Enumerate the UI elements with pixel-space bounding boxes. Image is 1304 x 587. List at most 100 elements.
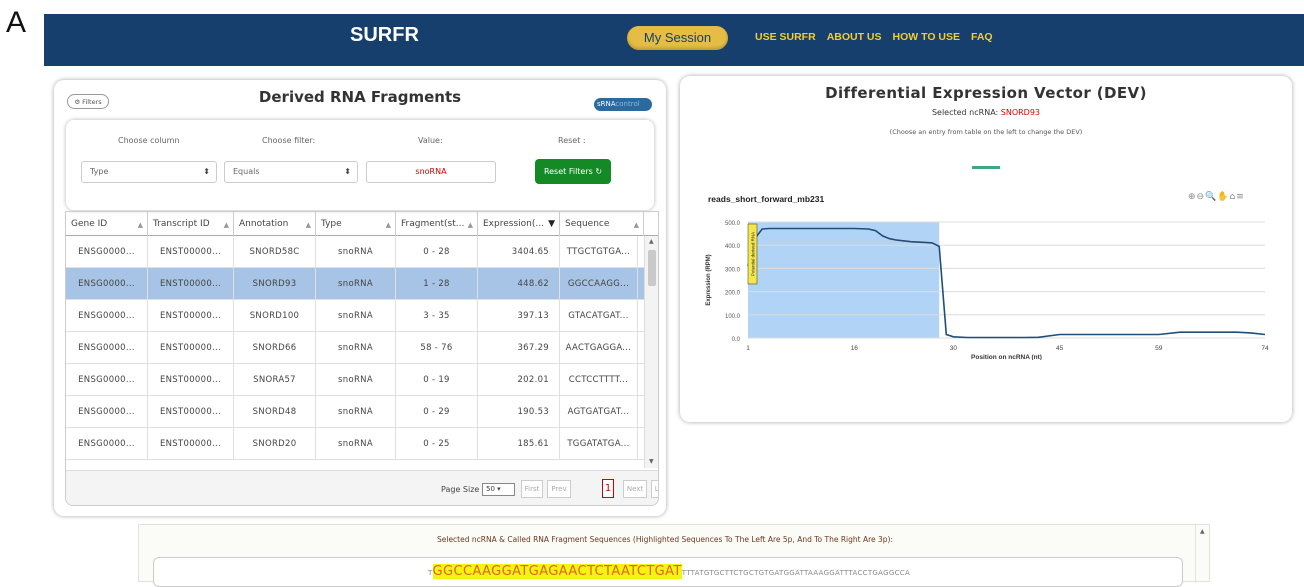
sort-asc-icon[interactable]: ▲ — [306, 213, 311, 236]
sort-asc-icon[interactable]: ▲ — [634, 213, 639, 236]
pager: Page Size 50 ▾ First Prev 1 Next Last — [66, 470, 658, 505]
choose-filter-label: Choose filter: — [262, 136, 316, 145]
select-arrows-icon: ⬍ — [344, 167, 351, 176]
sequence-prefix: T — [427, 569, 433, 577]
y-tick-label: 400.0 — [725, 244, 741, 250]
sequence-scrollbar[interactable]: ▲ — [1195, 525, 1210, 583]
nav-use-surfr[interactable]: USE SURFR — [755, 31, 816, 43]
sort-asc-icon[interactable]: ▲ — [138, 213, 143, 236]
table-row[interactable]: ENSG0000... ENST00000... SNORD20 snoRNA 0 - … — [66, 428, 644, 460]
column-header-label: Gene ID — [71, 219, 108, 229]
current-page[interactable]: 1 — [602, 479, 614, 498]
first-page-button[interactable]: First — [521, 480, 543, 498]
x-axis-label: Position on ncRNA (nt) — [971, 354, 1042, 360]
selected-ncrna-value: SNORD93 — [1000, 108, 1041, 117]
brand-logo[interactable]: SURFR — [350, 24, 419, 47]
prev-page-button[interactable]: Prev — [547, 480, 571, 498]
col-fragment-header[interactable]: Fragment(st... ▲ — [396, 212, 478, 236]
scroll-thumb[interactable] — [648, 250, 656, 286]
col-sequence-header[interactable]: Sequence ▲ — [560, 212, 644, 236]
chart-title: reads_short_forward_mb231 — [708, 194, 825, 204]
table-row[interactable]: ENSG0000... ENST00000... SNORD100 snoRNA 3 -… — [66, 300, 644, 332]
nav-how-to-use[interactable]: HOW TO USE — [893, 31, 960, 43]
sequence-cell: TGGATATGA... — [560, 428, 638, 460]
zoom-in-icon[interactable]: ⊕ — [1188, 192, 1197, 202]
sequence-cell: AGTGATGAT... — [560, 396, 638, 428]
sort-asc-icon[interactable]: ▲ — [224, 213, 229, 236]
sort-asc-icon[interactable]: ▲ — [468, 213, 473, 236]
transcript-id-cell: ENST00000... — [148, 428, 234, 460]
column-header-label: Fragment(st... — [401, 219, 465, 229]
zoom-select-icon[interactable]: 🔍 — [1205, 192, 1217, 202]
menu-icon[interactable]: ≡ — [1236, 192, 1245, 202]
scroll-up-icon[interactable]: ▲ — [1200, 528, 1205, 535]
column-header-label: Sequence — [565, 219, 610, 229]
filter-select[interactable]: Equals ⬍ — [224, 161, 358, 183]
reset-label: Reset : — [558, 136, 586, 145]
y-axis-label: Expression (RPM) — [706, 254, 712, 305]
nav-faq[interactable]: FAQ — [971, 31, 993, 43]
reset-filters-button[interactable]: Reset Filters ↻ — [535, 159, 611, 184]
annotation-cell: SNORD20 — [234, 428, 316, 460]
fragment-cell: 0 - 25 — [396, 428, 478, 460]
table-row[interactable]: ENSG0000... ENST00000... SNORA57 snoRNA 0 - … — [66, 364, 644, 396]
sequence-cell: AACTGAGGA... — [560, 332, 638, 364]
filter-value-input[interactable]: snoRNA — [366, 161, 496, 183]
srna-control-toggle[interactable]: sRNAcontrol — [594, 98, 652, 111]
expression-cell: 190.53 — [478, 396, 560, 428]
expression-cell: 367.29 — [478, 332, 560, 364]
column-header-label: Expression(... — [483, 219, 544, 229]
type-cell: snoRNA — [316, 396, 396, 428]
highlight-tag-label: Potential derived RNA — [751, 232, 756, 276]
pan-icon[interactable]: ✋ — [1217, 192, 1229, 202]
fragments-table: Gene ID ▲ Transcript ID ▲ Annotation ▲ Type ▲ Fr… — [65, 211, 659, 506]
annotation-cell: SNORD66 — [234, 332, 316, 364]
y-tick-label: 300.0 — [725, 267, 741, 273]
col-expression-header[interactable]: Expression(... ▼ — [478, 212, 560, 236]
panel-title: Derived RNA Fragments — [258, 88, 462, 106]
last-page-button[interactable]: Last — [651, 480, 658, 498]
table-row[interactable]: ENSG0000... ENST00000... SNORD66 snoRNA 58 -… — [66, 332, 644, 364]
type-cell: snoRNA — [316, 268, 396, 300]
my-session-button[interactable]: My Session — [627, 26, 728, 50]
toggle-off-label: control — [615, 100, 640, 108]
sort-asc-icon[interactable]: ▲ — [386, 213, 391, 236]
nav-about-us[interactable]: ABOUT US — [827, 31, 882, 43]
expression-cell: 3404.65 — [478, 236, 560, 268]
col-gene-id-header[interactable]: Gene ID ▲ — [66, 212, 148, 236]
sequence-panel: Selected ncRNA & Called RNA Fragment Seq… — [138, 524, 1210, 587]
table-row[interactable]: ENSG0000... ENST00000... SNORD58C snoRNA 0 -… — [66, 236, 644, 268]
dev-chart: 0.0 100.0 200.0 300.0 400.0 500.0 1 16 30 45 59 74 P… — [706, 221, 1269, 360]
selected-ncrna: Selected ncRNA: SNORD93 — [680, 108, 1292, 117]
table-row[interactable]: ENSG0000... ENST00000... SNORD48 snoRNA 0 - … — [66, 396, 644, 428]
fragment-cell: 3 - 35 — [396, 300, 478, 332]
fragment-cell: 0 - 28 — [396, 236, 478, 268]
sequence-cell: GGCCAAGG... — [560, 268, 638, 300]
next-page-button[interactable]: Next — [623, 480, 647, 498]
sequence-suffix: TTTATGTGCTTCTGCTGTGATGGATTAAAGGATTTACCTG… — [681, 569, 911, 577]
column-select[interactable]: Type ⬍ — [81, 161, 217, 183]
col-type-header[interactable]: Type ▲ — [316, 212, 396, 236]
zoom-out-icon[interactable]: ⊖ — [1197, 192, 1206, 202]
x-tick-label: 74 — [1261, 345, 1269, 352]
annotation-cell: SNORD48 — [234, 396, 316, 428]
select-arrows-icon: ⬍ — [203, 167, 210, 176]
y-tick-label: 500.0 — [725, 221, 741, 227]
gene-id-cell: ENSG0000... — [66, 300, 148, 332]
transcript-id-cell: ENST00000... — [148, 268, 234, 300]
sort-desc-icon[interactable]: ▼ — [548, 212, 555, 236]
value-label: Value: — [418, 136, 443, 145]
sequence-cell: TTGCTGTGA... — [560, 236, 638, 268]
column-header-label: Type — [321, 219, 342, 229]
scroll-down-icon[interactable]: ▼ — [649, 458, 654, 465]
col-annotation-header[interactable]: Annotation ▲ — [234, 212, 316, 236]
nav-links: USE SURFR ABOUT US HOW TO USE FAQ — [755, 31, 993, 43]
page-size-select[interactable]: 50 ▾ — [482, 483, 515, 496]
x-tick-label: 59 — [1155, 345, 1163, 352]
col-transcript-id-header[interactable]: Transcript ID ▲ — [148, 212, 234, 236]
sequence-cell: GTACATGAT... — [560, 300, 638, 332]
gene-id-cell: ENSG0000... — [66, 396, 148, 428]
table-row[interactable]: ENSG0000... ENST00000... SNORD93 snoRNA 1 - … — [66, 268, 644, 300]
table-scrollbar[interactable]: ▲ ▼ — [644, 236, 658, 468]
scroll-up-icon[interactable]: ▲ — [649, 238, 654, 245]
